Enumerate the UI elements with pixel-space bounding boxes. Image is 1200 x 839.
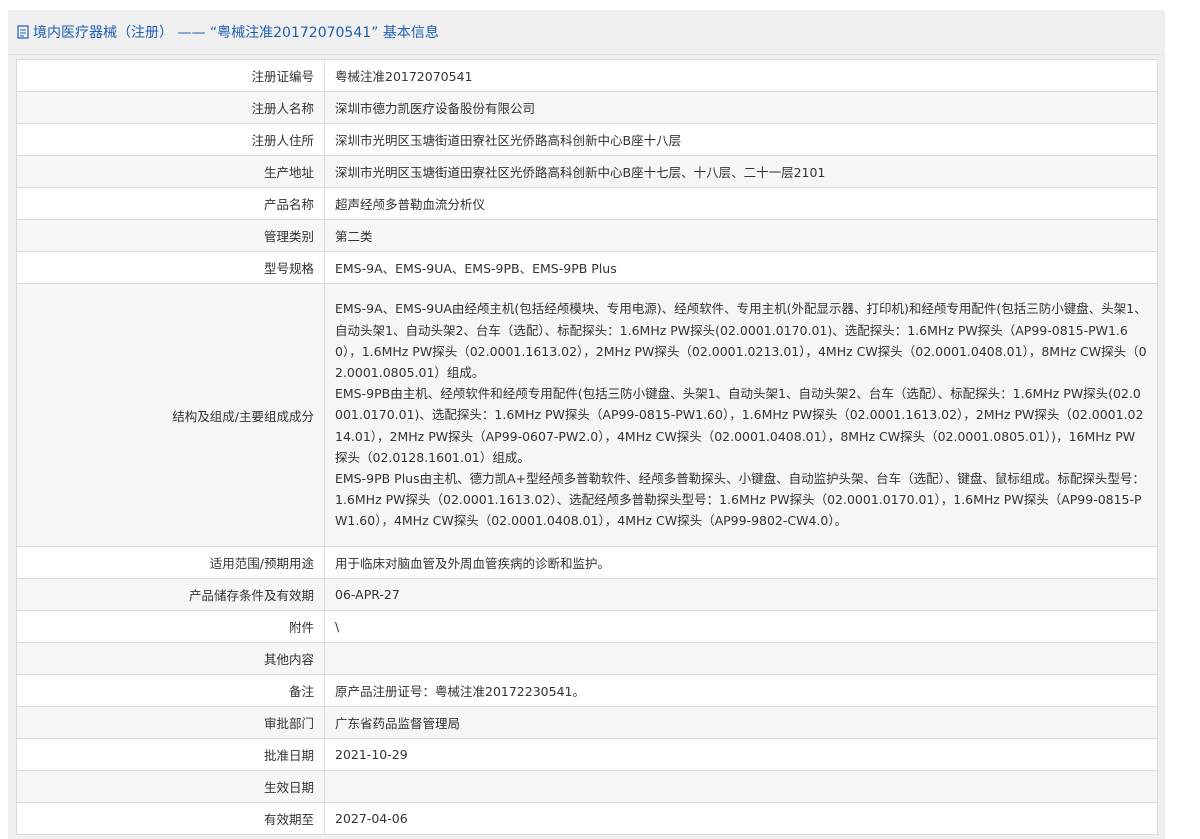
table-row: 产品储存条件及有效期 06-APR-27 [16,578,1158,611]
row-value: 深圳市光明区玉塘街道田寮社区光侨路高科创新中心B座十八层 [324,123,1158,156]
table-row: 型号规格 EMS-9A、EMS-9UA、EMS-9PB、EMS-9PB Plus [16,251,1158,284]
table-row: 审批部门 广东省药品监督管理局 [16,706,1158,739]
table-row: 附件 \ [16,610,1158,643]
row-label: 注册人住所 [16,123,325,156]
structure-paragraph: EMS-9A、EMS-9UA由经颅主机(包括经颅模块、专用电源)、经颅软件、专用… [335,301,1147,380]
table-row: 其他内容 [16,642,1158,675]
row-label: 产品名称 [16,187,325,220]
row-label: 其他内容 [16,642,325,675]
table-row: 注册证编号 粤械注准20172070541 [16,59,1158,92]
table-row: 注册人住所 深圳市光明区玉塘街道田寮社区光侨路高科创新中心B座十八层 [16,123,1158,156]
table-row: 适用范围/预期用途 用于临床对脑血管及外周血管疾病的诊断和监护。 [16,546,1158,579]
row-label: 备注 [16,674,325,707]
row-value: 原产品注册证号：粤械注准20172230541。 [324,674,1158,707]
row-label: 型号规格 [16,251,325,284]
table-row: 注册人名称 深圳市德力凯医疗设备股份有限公司 [16,91,1158,124]
row-value: EMS-9A、EMS-9UA、EMS-9PB、EMS-9PB Plus [324,251,1158,284]
document-icon [16,25,30,39]
row-label: 生产地址 [16,155,325,188]
structure-paragraph: EMS-9PB Plus由主机、德力凯A+型经颅多普勒软件、经颅多普勒探头、小键… [335,471,1145,529]
row-value: 深圳市光明区玉塘街道田寮社区光侨路高科创新中心B座十七层、十八层、二十一层210… [324,155,1158,188]
row-label: 适用范围/预期用途 [16,546,325,579]
row-value: 2027-04-06 [324,802,1158,835]
table-row: 批准日期 2021-10-29 [16,738,1158,771]
page-title: 境内医疗器械（注册） —— “粤械注准20172070541” 基本信息 [33,25,439,41]
row-value: 粤械注准20172070541 [324,59,1158,92]
row-label: 批准日期 [16,738,325,771]
row-label: 结构及组成/主要组成成分 [16,283,325,547]
row-label: 生效日期 [16,770,325,803]
row-value [324,642,1158,675]
table-row: 备注 原产品注册证号：粤械注准20172230541。 [16,674,1158,707]
row-value: 2021-10-29 [324,738,1158,771]
table-row: 管理类别 第二类 [16,219,1158,252]
row-value: 超声经颅多普勒血流分析仪 [324,187,1158,220]
row-value: \ [324,610,1158,643]
row-value: 用于临床对脑血管及外周血管疾病的诊断和监护。 [324,546,1158,579]
table-row: 结构及组成/主要组成成分 EMS-9A、EMS-9UA由经颅主机(包括经颅模块、… [16,283,1158,547]
row-value: 第二类 [324,219,1158,252]
table-row: 生效日期 [16,770,1158,803]
row-label: 有效期至 [16,802,325,835]
row-label: 附件 [16,610,325,643]
row-value [324,770,1158,803]
detail-panel: 境内医疗器械（注册） —— “粤械注准20172070541” 基本信息 注册证… [8,10,1165,839]
row-label: 注册人名称 [16,91,325,124]
row-label: 注册证编号 [16,59,325,92]
info-table-wrap: 注册证编号 粤械注准20172070541 注册人名称 深圳市德力凯医疗设备股份… [16,59,1158,835]
table-row: 产品名称 超声经颅多普勒血流分析仪 [16,187,1158,220]
info-table: 注册证编号 粤械注准20172070541 注册人名称 深圳市德力凯医疗设备股份… [16,59,1158,835]
row-label: 审批部门 [16,706,325,739]
row-value: 深圳市德力凯医疗设备股份有限公司 [324,91,1158,124]
row-label: 产品储存条件及有效期 [16,578,325,611]
row-label: 管理类别 [16,219,325,252]
panel-header: 境内医疗器械（注册） —— “粤械注准20172070541” 基本信息 [8,10,1165,55]
row-value: 06-APR-27 [324,578,1158,611]
row-value: 广东省药品监督管理局 [324,706,1158,739]
table-row: 有效期至 2027-04-06 [16,802,1158,835]
row-value-structure: EMS-9A、EMS-9UA由经颅主机(包括经颅模块、专用电源)、经颅软件、专用… [324,283,1158,547]
table-row: 生产地址 深圳市光明区玉塘街道田寮社区光侨路高科创新中心B座十七层、十八层、二十… [16,155,1158,188]
structure-paragraph: EMS-9PB由主机、经颅软件和经颅专用配件(包括三防小键盘、头架1、自动头架1… [335,386,1144,465]
